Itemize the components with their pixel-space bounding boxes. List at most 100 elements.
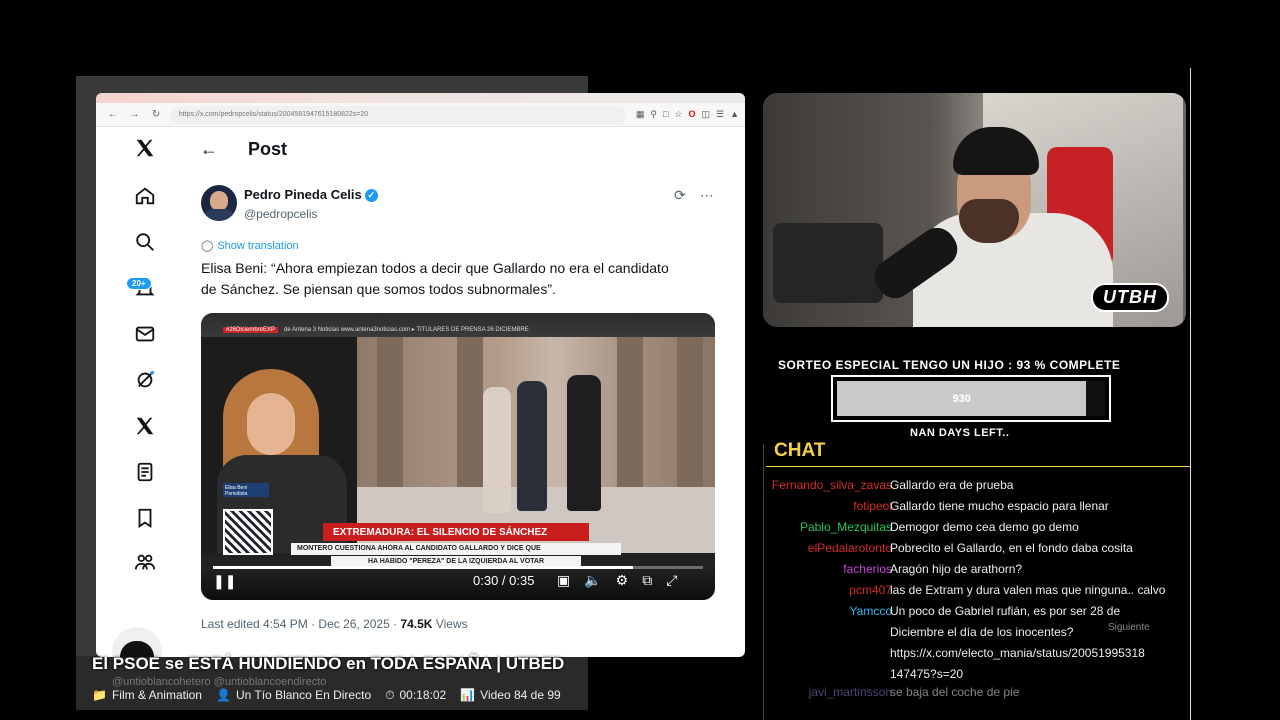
- post-timestamp: Last edited 4:54 PM · Dec 26, 2025 · 74.…: [201, 617, 468, 631]
- globe-icon: ◯: [201, 240, 214, 252]
- chat-text: Un poco de Gabriel rufián, es por ser 28…: [890, 604, 1121, 618]
- video-meta: 📁 Film & Animation 👤 Un Tío Blanco En Dire…: [92, 688, 561, 703]
- lists-icon[interactable]: [130, 457, 160, 487]
- chat-text: https://x.com/electo_mania/status/200519…: [890, 646, 1145, 660]
- home-icon[interactable]: [130, 181, 160, 211]
- chat-username[interactable]: Fernando_silva_zavas: [772, 478, 892, 492]
- browser-toolbar: ← → ↻ https://x.com/pedropcelis/status/2…: [96, 103, 745, 127]
- goal-days-left: NAN DAYS LEFT..: [910, 427, 1010, 439]
- author-name[interactable]: Pedro Pineda Celis ✓: [244, 187, 378, 203]
- post-header: ← Post: [200, 139, 287, 160]
- extensions-icon[interactable]: ◫: [701, 109, 710, 120]
- chat-username[interactable]: fotipeol: [853, 499, 892, 513]
- premium-x-icon[interactable]: [130, 411, 160, 441]
- stream-layout: ← → ↻ https://x.com/pedropcelis/status/2…: [0, 0, 1280, 720]
- next-button[interactable]: Siguiente: [1108, 622, 1188, 633]
- chat-username[interactable]: elPedalarotonto: [808, 541, 892, 555]
- pause-icon[interactable]: ❚❚: [213, 573, 236, 590]
- goal-progress-value: 930: [837, 381, 1087, 416]
- video-qr-code: [223, 509, 273, 555]
- post-text: Elisa Beni: “Ahora empiezan todos a deci…: [201, 260, 669, 297]
- grok-explain-icon[interactable]: ⟳: [674, 187, 686, 204]
- show-translation-link[interactable]: ◯ Show translation: [201, 239, 299, 252]
- menu-icon[interactable]: ▲: [730, 109, 739, 120]
- captions-icon[interactable]: ▣: [557, 572, 570, 589]
- post-header-title: Post: [248, 139, 288, 159]
- chat-text: Diciembre el día de los inocentes?: [890, 625, 1074, 639]
- video-player[interactable]: #26DiciembreEXP de Antena 3 Noticias www.…: [201, 313, 715, 600]
- account-avatar[interactable]: [112, 627, 162, 657]
- browser-extensions: ▦ ⚲ □ ☆ O ◫ ☰ ▲: [636, 109, 739, 120]
- chat-text: Gallardo era de prueba: [890, 478, 1014, 492]
- social-watermark: @untioblancohetero @untioblancoendirecto: [112, 676, 327, 688]
- playlist-position: 📊 Video 84 de 99: [460, 688, 561, 702]
- opera-icon[interactable]: O: [688, 109, 695, 120]
- chat-username[interactable]: Pablo_Mezquitas: [800, 520, 892, 534]
- chat-log[interactable]: Fernando_silva_zavas Gallardo era de prue…: [700, 474, 1200, 720]
- goal-progress-bar: 930: [831, 375, 1111, 422]
- author-avatar[interactable]: [201, 185, 237, 221]
- browser-titlebar: [96, 93, 745, 103]
- notifications-badge: 20+: [126, 277, 152, 290]
- more-options-icon[interactable]: ⋯: [700, 187, 714, 204]
- chat-text: Demogor demo cea demo go demo: [890, 520, 1079, 534]
- back-arrow-icon[interactable]: ←: [200, 139, 218, 160]
- back-nav-icon[interactable]: ←: [102, 109, 124, 120]
- picture-in-picture-icon[interactable]: ⧉: [642, 572, 652, 589]
- video-ticker: #26DiciembreEXP de Antena 3 Noticias www.…: [223, 326, 529, 333]
- views-count: 74.5K: [400, 617, 433, 631]
- x-sidebar: 20+: [96, 127, 186, 657]
- post-column: ← Post Pedro Pineda Celis ✓ @pedropcelis …: [186, 127, 745, 657]
- chat-text: se baja del coche de pie: [890, 685, 1020, 699]
- browser-window: ← → ↻ https://x.com/pedropcelis/status/2…: [96, 93, 745, 657]
- chat-username[interactable]: Yamcco: [850, 604, 892, 618]
- grok-icon[interactable]: [130, 365, 160, 395]
- translate-page-icon[interactable]: ▦: [636, 109, 645, 120]
- bookmark-star-icon[interactable]: ☆: [674, 109, 682, 120]
- zoom-icon[interactable]: ⚲: [650, 109, 657, 120]
- chat-text: las de Extram y dura valen mas que ningu…: [890, 583, 1166, 597]
- settings-gear-icon[interactable]: ⚙: [616, 572, 629, 589]
- divider: [766, 466, 1190, 467]
- chat-text: Gallardo tiene mucho espacio para llenar: [890, 499, 1109, 513]
- video-control-icons: ▣ 🔈 ⚙ ⧉ ⤢: [557, 572, 677, 589]
- video-headline-banner: EXTREMADURA: EL SILENCIO DE SÁNCHEZ: [323, 523, 589, 541]
- user-icon: 👤: [215, 688, 231, 702]
- chat-username[interactable]: javi_martinsson: [809, 685, 892, 699]
- channel-name: 👤 Un Tío Blanco En Directo: [215, 688, 372, 702]
- chat-text: Aragón hijo de arathorn?: [890, 562, 1023, 576]
- chat-text: Pobrecito el Gallardo, en el fondo daba …: [890, 541, 1133, 555]
- clock-icon: ⏱: [385, 688, 395, 702]
- chat-text: 147475?s=20: [890, 667, 964, 681]
- video-time: 0:30 / 0:35: [473, 573, 535, 588]
- folder-icon: 📁: [92, 688, 107, 702]
- post-tools: ⟳ ⋯: [674, 187, 714, 204]
- communities-icon[interactable]: [130, 547, 160, 577]
- explore-search-icon[interactable]: [130, 227, 160, 257]
- video-namecard: Elisa Beni Periodista: [223, 483, 269, 497]
- share-icon[interactable]: □: [663, 109, 668, 120]
- chart-icon: 📊: [460, 688, 476, 702]
- volume-icon[interactable]: 🔈: [584, 572, 601, 589]
- chat-username[interactable]: facherios: [843, 562, 892, 576]
- video-progress-bar[interactable]: [213, 566, 703, 569]
- address-bar[interactable]: https://x.com/pedropcelis/status/2004581…: [170, 105, 626, 124]
- bookmarks-icon[interactable]: [130, 503, 160, 533]
- video-subheadline-1: MONTERO CUESTIONA AHORA AL CANDIDATO GAL…: [291, 543, 621, 555]
- sidebar-toggle-icon[interactable]: ☰: [716, 109, 724, 120]
- video-top-bar: [201, 313, 715, 337]
- category: 📁 Film & Animation: [92, 688, 202, 702]
- webcam-feed: UTBH: [763, 93, 1186, 327]
- author-handle[interactable]: @pedropcelis: [244, 207, 318, 221]
- video-street-scene: [357, 337, 715, 553]
- forward-nav-icon[interactable]: →: [124, 109, 146, 120]
- fullscreen-icon[interactable]: ⤢: [666, 572, 677, 589]
- messages-icon[interactable]: [130, 319, 160, 349]
- chat-title: CHAT: [774, 440, 826, 461]
- duration: ⏱ 00:18:02: [385, 688, 447, 702]
- reload-icon[interactable]: ↻: [145, 109, 167, 120]
- x-logo-icon[interactable]: [130, 133, 160, 163]
- goal-title: SORTEO ESPECIAL TENGO UN HIJO : 93 % COM…: [778, 358, 1121, 372]
- chat-username[interactable]: pcm407: [849, 583, 892, 597]
- verified-badge-icon: ✓: [364, 189, 378, 203]
